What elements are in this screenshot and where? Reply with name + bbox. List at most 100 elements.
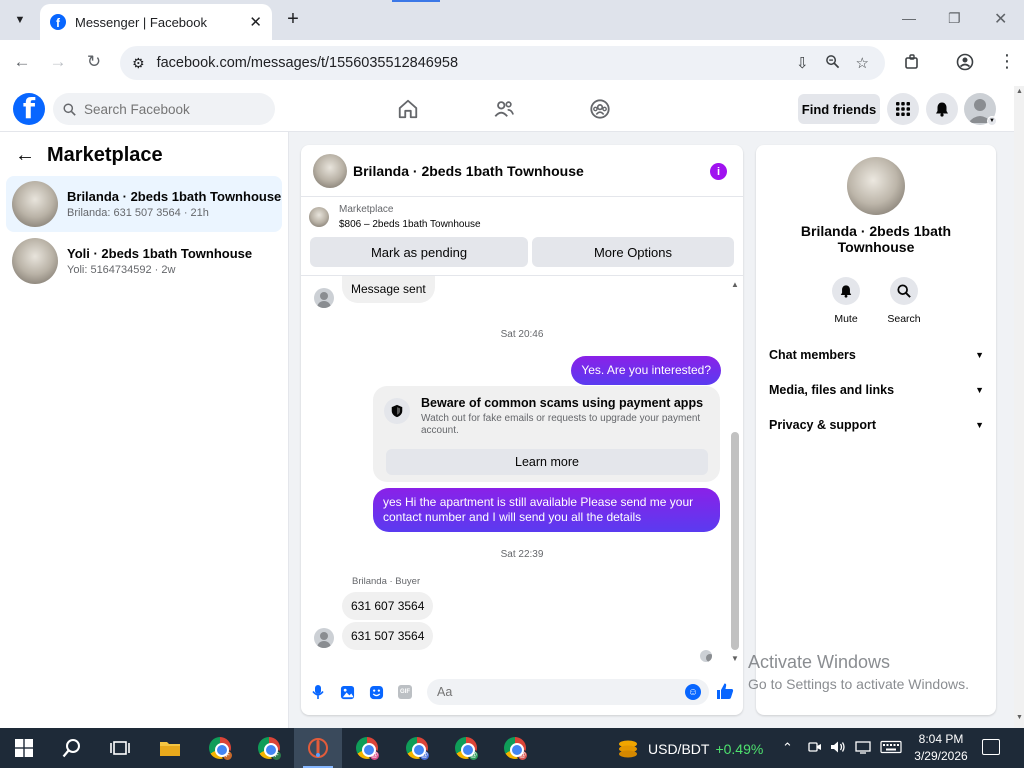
chrome-profile-5-icon[interactable]: @ — [454, 736, 479, 761]
conversation-preview: Brilanda: 631 507 3564 · 21h — [67, 207, 209, 219]
section-privacy-support[interactable]: Privacy & support ▼ — [769, 415, 984, 435]
thumbs-up-icon[interactable] — [715, 681, 735, 706]
restore-window-icon[interactable]: ❐ — [948, 10, 961, 27]
address-bar[interactable]: ⚙ facebook.com/messages/t/15560355128469… — [120, 46, 885, 80]
facebook-search[interactable] — [53, 93, 275, 125]
message-scrollbar[interactable]: ▲ ▼ — [730, 280, 740, 663]
system-clock[interactable]: 8:04 PM 3/29/2026 — [906, 731, 976, 765]
section-chat-members[interactable]: Chat members ▼ — [769, 345, 984, 365]
emoji-icon[interactable]: ☺ — [685, 684, 701, 700]
chrome-logo-icon: F — [209, 737, 233, 761]
forward-icon[interactable]: → — [47, 52, 69, 72]
microphone-icon[interactable] — [310, 684, 326, 700]
outgoing-message[interactable]: Yes. Are you interested? — [571, 356, 721, 385]
extensions-icon[interactable] — [903, 53, 921, 76]
scam-warning-title: Beware of common scams using payment app… — [421, 396, 704, 410]
page-scrollbar[interactable]: ▲ ▼ — [1014, 86, 1024, 728]
site-settings-icon[interactable]: ⚙ — [132, 55, 145, 72]
zoom-icon[interactable] — [825, 54, 840, 73]
taskbar-search-icon[interactable] — [60, 736, 84, 760]
learn-more-button[interactable]: Learn more — [386, 449, 708, 475]
sender-avatar[interactable] — [314, 288, 334, 308]
mark-as-pending-button[interactable]: Mark as pending — [310, 237, 528, 267]
chat-header: Brilanda · 2beds 1bath Townhouse i — [301, 145, 743, 197]
chrome-profile-6-icon[interactable]: @ — [503, 736, 528, 761]
page-scroll-down-icon[interactable]: ▼ — [1016, 714, 1023, 721]
chat-title[interactable]: Brilanda · 2beds 1bath Townhouse — [353, 163, 584, 179]
conversation-item-brilanda[interactable]: Brilanda · 2beds 1bath Townhouse Briland… — [6, 176, 282, 232]
chevron-down-icon: ▼ — [975, 350, 984, 360]
reload-icon[interactable]: ↻ — [83, 52, 105, 72]
message-sent-notice: Message sent — [342, 276, 435, 303]
outgoing-message[interactable]: yes Hi the apartment is still available … — [373, 488, 720, 532]
clock-time: 8:04 PM — [918, 732, 964, 746]
back-arrow-icon[interactable]: ← — [15, 144, 35, 167]
close-window-icon[interactable]: ✕ — [994, 9, 1007, 29]
chrome-logo-icon: @ — [455, 737, 479, 761]
sticker-icon[interactable] — [368, 684, 384, 700]
search-icon — [63, 102, 76, 116]
chrome-logo-icon: @ — [504, 737, 528, 761]
chrome-logo-icon: @ — [406, 737, 430, 761]
volume-icon[interactable] — [830, 740, 846, 757]
tab-close-icon[interactable]: ✕ — [249, 13, 262, 31]
active-app-icon[interactable] — [306, 736, 330, 760]
mute-button[interactable]: Mute — [816, 277, 876, 325]
meet-now-icon[interactable] — [808, 740, 822, 757]
friends-icon[interactable] — [491, 97, 517, 121]
install-app-icon[interactable]: ⇩ — [796, 54, 809, 72]
notification-center-icon[interactable] — [982, 739, 1000, 755]
chrome-profile-4-icon[interactable]: @ — [405, 736, 430, 761]
tray-chevron-up-icon[interactable]: ⌃ — [782, 740, 793, 756]
browser-tab-messenger[interactable]: f Messenger | Facebook ✕ — [40, 4, 272, 40]
profile-icon[interactable] — [956, 53, 974, 76]
photo-icon[interactable] — [339, 684, 355, 700]
marketplace-listing-strip[interactable]: Marketplace $806 – 2beds 1bath Townhouse — [309, 204, 481, 230]
file-explorer-icon[interactable] — [158, 736, 182, 760]
currency-ticker-widget[interactable]: USD/BDT +0.49% — [616, 738, 763, 760]
conversation-item-yoli[interactable]: Yoli · 2beds 1bath Townhouse Yoli: 51647… — [6, 233, 282, 289]
listing-profile-image[interactable] — [847, 157, 905, 215]
chrome-profile-2-icon[interactable]: F — [257, 736, 282, 761]
groups-icon[interactable] — [587, 97, 613, 121]
listing-thumbnail — [12, 238, 58, 284]
chrome-profile-1-icon[interactable]: F — [208, 736, 233, 761]
message-thread[interactable]: Message sent Sat 20:46 Yes. Are you inte… — [301, 275, 743, 668]
chrome-profile-3-icon[interactable]: @ — [355, 736, 380, 761]
incoming-message[interactable]: 631 607 3564 — [342, 592, 434, 620]
menu-grid-icon[interactable] — [887, 93, 919, 125]
back-icon[interactable]: ← — [11, 52, 33, 72]
browser-tab-bar: ▼ f Messenger | Facebook ✕ + — ❐ ✕ — [0, 0, 1024, 40]
minimize-window-icon[interactable]: — — [902, 10, 916, 26]
notifications-bell-icon[interactable] — [926, 93, 958, 125]
scroll-up-icon[interactable]: ▲ — [731, 280, 739, 289]
facebook-search-input[interactable] — [84, 101, 264, 117]
gif-icon[interactable]: GIF — [397, 684, 413, 700]
chat-listing-thumbnail[interactable] — [313, 153, 347, 188]
browser-menu-icon[interactable]: ⋮ — [998, 51, 1016, 72]
more-options-button[interactable]: More Options — [532, 237, 734, 267]
bookmark-star-icon[interactable]: ☆ — [856, 54, 869, 72]
new-tab-button[interactable]: + — [282, 8, 304, 30]
find-friends-button[interactable]: Find friends — [798, 94, 880, 124]
incoming-message[interactable]: 631 507 3564 — [342, 622, 434, 650]
facebook-logo-icon[interactable]: f — [13, 93, 45, 125]
message-input[interactable] — [427, 679, 709, 705]
browser-toolbar: ← → ↻ ⚙ facebook.com/messages/t/15560355… — [0, 40, 1024, 86]
account-chevron-icon[interactable]: ▼ — [987, 116, 997, 126]
section-label: Chat members — [769, 348, 856, 362]
scroll-down-icon[interactable]: ▼ — [731, 654, 739, 663]
windows-start-icon[interactable] — [12, 736, 36, 760]
network-icon[interactable] — [855, 740, 871, 757]
tab-search-chevron-icon[interactable]: ▼ — [8, 8, 32, 32]
page-scroll-up-icon[interactable]: ▲ — [1016, 88, 1023, 95]
keyboard-icon[interactable] — [880, 740, 902, 757]
home-icon[interactable] — [395, 97, 421, 121]
sender-avatar[interactable] — [314, 628, 334, 648]
section-media-files-links[interactable]: Media, files and links ▼ — [769, 380, 984, 400]
url-text[interactable]: facebook.com/messages/t/1556035512846958 — [157, 55, 796, 71]
task-view-icon[interactable] — [108, 736, 132, 760]
scroll-thumb[interactable] — [731, 432, 739, 650]
search-conversation-button[interactable]: Search — [874, 277, 934, 325]
conversation-info-icon[interactable]: i — [710, 163, 727, 180]
